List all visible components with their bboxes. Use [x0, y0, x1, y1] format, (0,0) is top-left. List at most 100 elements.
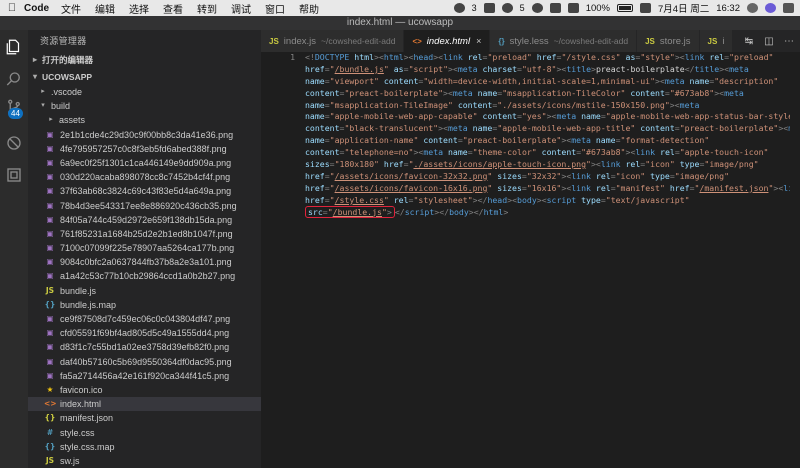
code-view[interactable]: 1 <!DOCTYPE html><html><head><link rel="…: [261, 52, 800, 468]
code-token: name: [305, 75, 325, 86]
tree-file[interactable]: <> index.html: [28, 397, 261, 412]
scrollbar[interactable]: [790, 52, 800, 468]
code-token: name: [305, 135, 325, 146]
app-menu-code[interactable]: Code: [24, 3, 49, 14]
chevron-right-icon: ▸: [49, 116, 53, 124]
tree-file[interactable]: ★ favicon.ico: [28, 383, 261, 397]
code-token: name: [684, 75, 710, 86]
image-file-icon: ▣: [46, 314, 54, 323]
code-token: name: [472, 87, 498, 98]
split-editor-icon[interactable]: ◫: [762, 36, 776, 47]
project-section[interactable]: ▾ UCOWSAPP: [28, 69, 261, 85]
code-line: href="/style.css" rel="stylesheet"></hea…: [305, 195, 795, 207]
avatar[interactable]: [765, 3, 776, 13]
cloud-icon[interactable]: [483, 3, 495, 13]
code-lines[interactable]: <!DOCTYPE html><html><head><link rel="pr…: [305, 52, 800, 218]
code-token: type: [645, 170, 670, 181]
code-token: "yes": [521, 111, 547, 122]
keyboard-icon[interactable]: [640, 3, 651, 13]
explorer-icon[interactable]: [5, 38, 23, 56]
source-control-badge: 44: [8, 108, 23, 119]
tree-file[interactable]: ▣ ce9f87508d7c459ec06c0c043804df47.png: [28, 312, 261, 326]
code-token[interactable]: /assets/icons/favicon-16x16.png: [335, 183, 488, 193]
image-file-icon: ▣: [46, 143, 54, 153]
apple-icon[interactable]: : [0, 2, 24, 14]
search-icon[interactable]: [5, 70, 23, 88]
menu-item[interactable]: 窗口: [265, 1, 285, 16]
tree-file[interactable]: JS sw.js: [28, 454, 261, 468]
tree-file[interactable]: ▣ fa5a2714456a42e161f920ca344f41c5.png: [28, 369, 261, 383]
extensions-icon[interactable]: [5, 166, 23, 184]
tree-item-label: daf40b57160c5b69d9550364df0dac95.png: [60, 356, 232, 367]
tree-file[interactable]: ▣ 761f85231a1684b25d2e2b1ed8b1047f.png: [28, 227, 261, 241]
tab-index-js[interactable]: JS index.js ~/cowshed-edit-add: [261, 30, 405, 52]
menu-item[interactable]: 文件: [61, 1, 81, 16]
code-token: "description": [714, 75, 779, 86]
tree-file[interactable]: ▣ 84f05a744c459d2972e659f138db15da.png: [28, 213, 261, 227]
code-token: script: [404, 206, 435, 217]
code-token[interactable]: /style.css: [335, 195, 384, 205]
code-line: name="msapplication-TileImage" content="…: [305, 100, 795, 112]
tree-file[interactable]: ▣ 7100c07099f225e78907aa5264ca177b.png: [28, 241, 261, 255]
qq-icon[interactable]: [453, 3, 465, 13]
tab-index-html[interactable]: <> index.html ×: [404, 30, 491, 52]
code-token[interactable]: /assets/icons/favicon-32x32.png: [335, 171, 488, 181]
menu-bar-time[interactable]: 16:32: [716, 3, 740, 14]
menu-item[interactable]: 查看: [163, 1, 183, 16]
tree-file[interactable]: ▣ a1a42c53c77b10cb29864ccd1a0b2b27.png: [28, 269, 261, 283]
code-token: "16x16": [526, 182, 562, 193]
image-file-icon: ▣: [46, 243, 54, 253]
code-token: "viewport": [329, 75, 379, 86]
tree-file[interactable]: # style.css: [28, 426, 261, 440]
tab-file-icon: <>: [412, 36, 422, 46]
tab-i[interactable]: JS i: [699, 30, 734, 52]
tree-file[interactable]: ▣ 9084c0bfc2a0637844fb37b8a2e3a101.png: [28, 255, 261, 269]
tree-folder[interactable]: ▸ .vscode: [28, 85, 261, 99]
close-icon[interactable]: ×: [476, 36, 481, 46]
menu-item[interactable]: 帮助: [299, 1, 319, 16]
menu-item[interactable]: 编辑: [95, 1, 115, 16]
tree-folder[interactable]: ▸ assets: [28, 113, 261, 127]
code-token: href: [378, 159, 404, 170]
menu-item[interactable]: 选择: [129, 1, 149, 16]
code-token[interactable]: /bundle.js: [333, 207, 382, 217]
tree-file[interactable]: ▣ cfd05591f69bf4ad805d5c49a1555dd4.png: [28, 326, 261, 340]
tree-file[interactable]: JS bundle.js: [28, 284, 261, 298]
tree-folder[interactable]: ▾ build: [28, 99, 261, 113]
open-changes-icon[interactable]: ↹: [742, 36, 756, 47]
tree-file[interactable]: ▣ 37f63ab68c3824c69c43f83e5d4a649a.png: [28, 184, 261, 198]
tree-file[interactable]: {} manifest.json: [28, 411, 261, 425]
tree-file[interactable]: ▣ d83f1c7c55bd1a02ee3758d39efb82f0.png: [28, 340, 261, 354]
code-token: sizes: [492, 170, 522, 181]
tree-file[interactable]: ▣ 78b4d3ee543317ee8e886920c436cb35.png: [28, 199, 261, 213]
tree-file[interactable]: {} style.css.map: [28, 440, 261, 454]
tree-file[interactable]: ▣ 4fe795957257c0c8f3eb5fd6abed388f.png: [28, 142, 261, 156]
code-token: href: [305, 182, 325, 193]
wifi-icon[interactable]: [549, 3, 561, 13]
tree-file[interactable]: ▣ 6a9ec0f25f1301c1ca446149e9dd909a.png: [28, 156, 261, 170]
menu-bar-date[interactable]: 7月4日 周二: [658, 1, 709, 15]
code-token[interactable]: ./assets/icons/apple-touch-icon.png: [414, 159, 587, 169]
menu-item[interactable]: 调试: [231, 1, 251, 16]
tree-file[interactable]: {} bundle.js.map: [28, 298, 261, 312]
tree-file[interactable]: ▣ 030d220acaba898078cc8c7452b4cf4f.png: [28, 170, 261, 184]
more-actions-icon[interactable]: ⋯: [782, 36, 796, 47]
wechat-icon[interactable]: [501, 3, 513, 13]
code-token[interactable]: /bundle.js: [335, 64, 384, 74]
code-token: content: [305, 123, 340, 134]
code-token: name: [576, 111, 601, 122]
tab-style-less[interactable]: {} style.less ~/cowshed-edit-add: [490, 30, 638, 52]
tree-file[interactable]: ▣ 2e1b1cde4c29d30c9f00bb8c3da41e36.png: [28, 128, 261, 142]
menu-item[interactable]: 转到: [197, 1, 217, 16]
volume-icon[interactable]: [567, 3, 579, 13]
notification-center-icon[interactable]: [783, 3, 794, 13]
tree-file[interactable]: ▣ daf40b57160c5b69d9550364df0dac95.png: [28, 355, 261, 369]
debug-icon[interactable]: [5, 134, 23, 152]
code-token[interactable]: /manifest.json: [699, 183, 768, 193]
battery-icon[interactable]: [617, 4, 633, 12]
search-icon[interactable]: [747, 3, 758, 13]
tab-store-js[interactable]: JS store.js: [637, 30, 700, 52]
clock-icon[interactable]: [531, 3, 543, 13]
open-editors-section[interactable]: ▸ 打开的编辑器: [28, 52, 261, 68]
tree-item-label: assets: [59, 115, 86, 126]
